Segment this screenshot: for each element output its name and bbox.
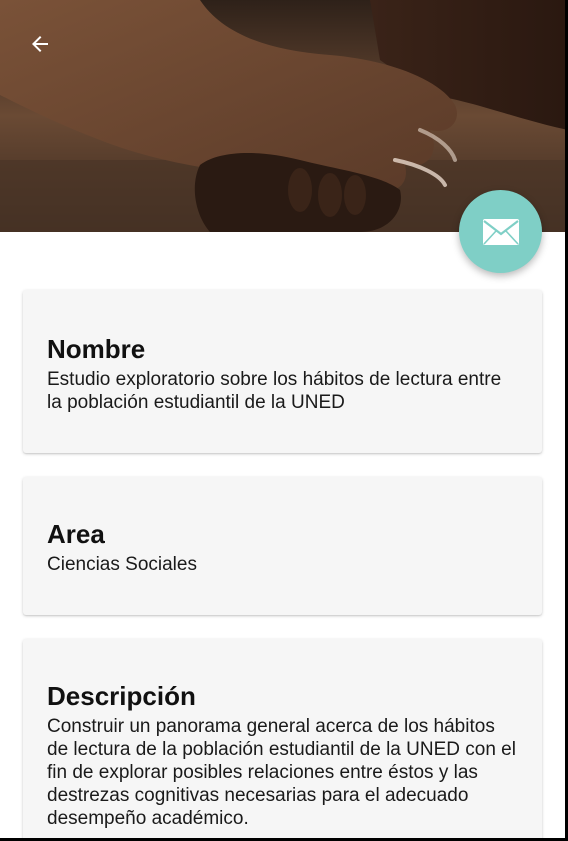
card-title: Area (47, 519, 105, 549)
card-nombre: Nombre Estudio exploratorio sobre los há… (23, 290, 542, 453)
app-screen: Nombre Estudio exploratorio sobre los há… (0, 0, 568, 841)
card-text: Estudio exploratorio sobre los hábitos d… (47, 369, 502, 413)
back-button[interactable] (22, 26, 58, 62)
card-area: Area Ciencias Sociales (23, 477, 542, 615)
arrow-left-icon (32, 36, 48, 52)
card-text: Construir un panorama general acerca de … (47, 716, 516, 829)
card-descripcion: Descripción Construir un panorama genera… (23, 639, 542, 841)
card-text: Ciencias Sociales (47, 554, 197, 575)
card-title: Descripción (47, 681, 196, 711)
envelope-icon (482, 218, 519, 245)
card-title: Nombre (47, 334, 146, 364)
contact-email-fab[interactable] (459, 190, 542, 273)
